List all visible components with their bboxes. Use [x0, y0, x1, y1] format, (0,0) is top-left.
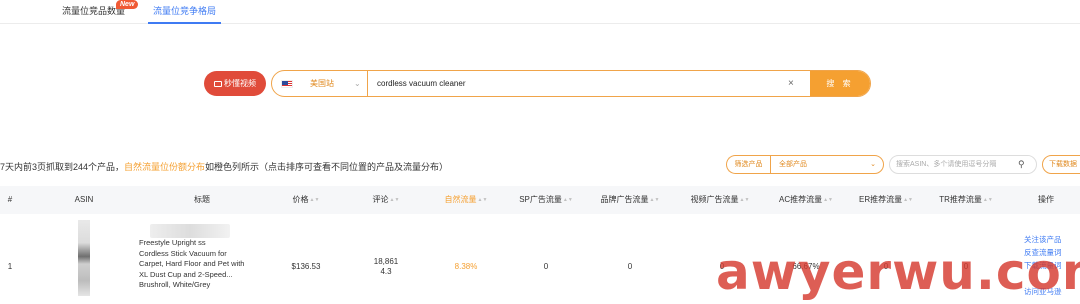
col-reviews[interactable]: 评论▲▼: [373, 186, 400, 214]
col-index: #: [7, 195, 13, 204]
product-filter-value: 全部产品: [779, 161, 807, 168]
chevron-down-icon[interactable]: ⌄: [354, 71, 361, 96]
col-price-label: 价格: [292, 195, 309, 204]
summary-suffix: 如橙色列所示（点击排序可查看不同位置的产品及流量分布）: [205, 162, 449, 172]
sort-icon[interactable]: ▲▼: [650, 186, 660, 214]
result-summary: 7天内前3页抓取到244个产品，自然流量位份额分布如橙色列所示（点击排序可查看不…: [0, 160, 448, 173]
clear-icon[interactable]: ×: [788, 71, 794, 96]
col-brand[interactable]: 品牌广告流量▲▼: [601, 186, 660, 214]
col-price[interactable]: 价格▲▼: [293, 186, 320, 214]
row-price: $136.53: [291, 262, 321, 271]
col-reviews-label: 评论: [372, 195, 389, 204]
search-bar: 美国站 ⌄ cordless vacuum cleaner × 搜 索: [271, 70, 871, 97]
asin-search-placeholder: 搜索ASIN、多个请使用逗号分隔: [896, 161, 997, 168]
row-sp: 0: [543, 262, 549, 271]
search-button[interactable]: 搜 索: [810, 71, 870, 96]
sort-icon[interactable]: ▲▼: [983, 186, 993, 214]
title-blurred-segment: [150, 224, 230, 238]
product-filter-select[interactable]: 全部产品 ⌄: [770, 155, 884, 174]
col-organic[interactable]: 自然流量▲▼: [445, 186, 488, 214]
video-tutorial-label: 秒懂视频: [224, 79, 256, 88]
row-brand: 0: [627, 262, 633, 271]
marketplace-select[interactable]: 美国站: [310, 71, 334, 96]
table-header: # ASIN 标题 价格▲▼ 评论▲▼ 自然流量▲▼ SP广告流量▲▼ 品牌广告…: [0, 186, 1080, 214]
product-thumbnail[interactable]: [78, 220, 90, 296]
col-video-label: 视频广告流量: [690, 195, 739, 204]
summary-highlight: 自然流量位份额分布: [124, 162, 206, 172]
col-actions: 操作: [1038, 195, 1054, 204]
download-data-button[interactable]: 下载数据: [1042, 155, 1080, 174]
sort-icon[interactable]: ▲▼: [823, 186, 833, 214]
sort-icon[interactable]: ▲▼: [903, 186, 913, 214]
new-badge: New: [116, 0, 139, 9]
tv-icon: [214, 81, 222, 87]
chevron-down-icon: ⌄: [870, 161, 876, 168]
col-er-label: ER推荐流量: [858, 195, 903, 204]
row-reviews: 18,861: [373, 257, 399, 266]
col-organic-label: 自然流量: [444, 195, 477, 204]
col-ac[interactable]: AC推荐流量▲▼: [779, 186, 833, 214]
product-title[interactable]: Freestyle Upright ss Cordless Stick Vacu…: [139, 238, 269, 291]
sort-icon[interactable]: ▲▼: [310, 186, 320, 214]
tab-bar: 流量位竞品数量 New 流量位竞争格局: [0, 0, 1080, 24]
sort-icon[interactable]: ▲▼: [478, 186, 488, 214]
us-flag-icon: [281, 80, 293, 88]
col-tr-label: TR推荐流量: [939, 195, 982, 204]
col-sp[interactable]: SP广告流量▲▼: [519, 186, 573, 214]
col-tr[interactable]: TR推荐流量▲▼: [939, 186, 993, 214]
col-video[interactable]: 视频广告流量▲▼: [691, 186, 750, 214]
video-tutorial-button[interactable]: 秒懂视频: [204, 71, 266, 96]
summary-prefix: 7天内前3页抓取到244个产品，: [0, 162, 125, 172]
row-organic: 8.38%: [454, 262, 478, 271]
col-er[interactable]: ER推荐流量▲▼: [859, 186, 913, 214]
row-index: 1: [7, 262, 13, 271]
col-title: 标题: [194, 195, 210, 204]
row-rating: 4.3: [380, 267, 392, 276]
col-asin: ASIN: [74, 195, 94, 204]
keyword-input[interactable]: cordless vacuum cleaner: [377, 71, 465, 96]
col-sp-label: SP广告流量: [519, 195, 562, 204]
search-divider: [367, 71, 368, 96]
col-brand-label: 品牌广告流量: [600, 195, 649, 204]
sort-icon[interactable]: ▲▼: [740, 186, 750, 214]
asin-search-input[interactable]: 搜索ASIN、多个请使用逗号分隔 ⚲: [889, 155, 1037, 174]
sort-icon[interactable]: ▲▼: [563, 186, 573, 214]
filter-label: 筛选产品: [726, 155, 770, 174]
search-icon[interactable]: ⚲: [1018, 156, 1032, 173]
sort-icon[interactable]: ▲▼: [390, 186, 400, 214]
watermark: awyerwu.com: [716, 243, 1080, 301]
tab-competition-pattern[interactable]: 流量位竞争格局: [148, 0, 222, 24]
col-ac-label: AC推荐流量: [778, 195, 823, 204]
